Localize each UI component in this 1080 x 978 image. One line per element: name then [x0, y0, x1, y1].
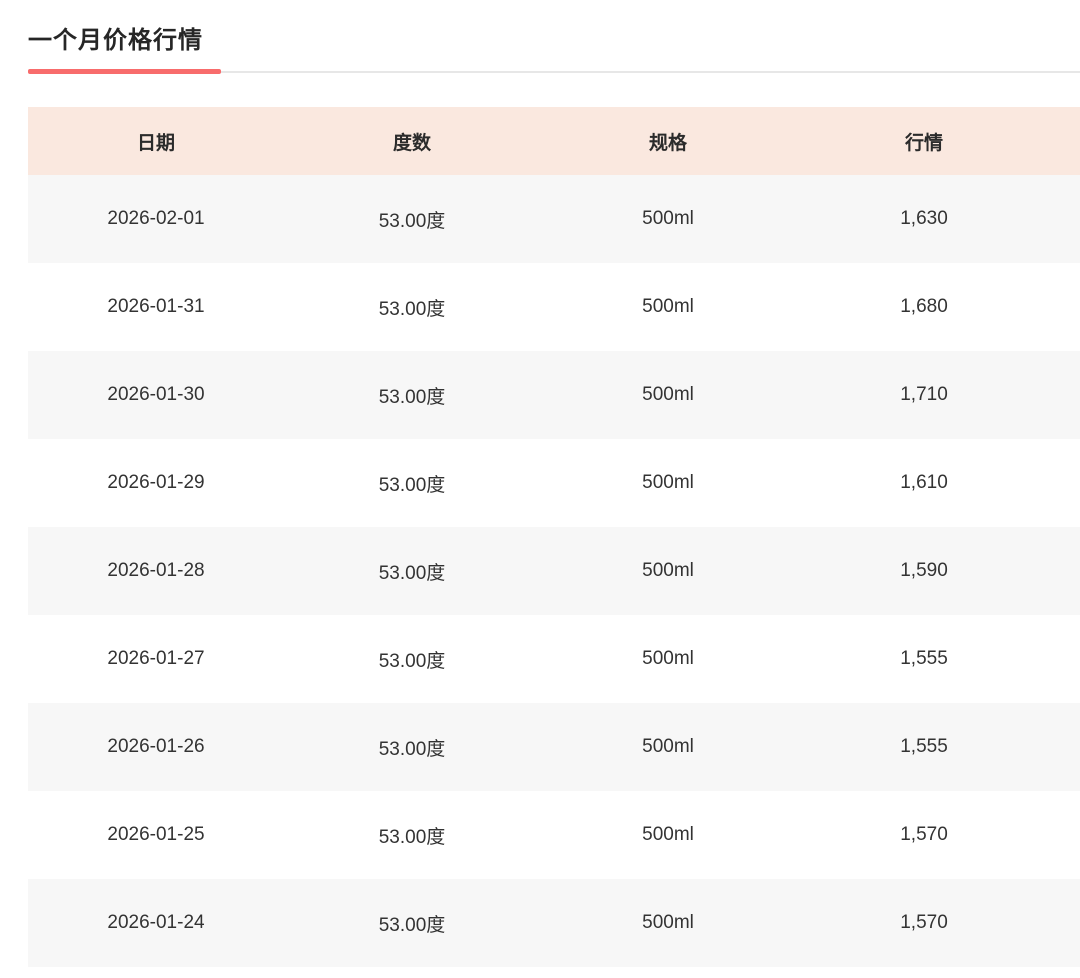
title-accent-underline: [28, 69, 221, 74]
table-row: 2026-01-27 53.00度 500ml 1,555: [28, 615, 1080, 703]
table-row: 2026-01-25 53.00度 500ml 1,570: [28, 791, 1080, 879]
column-header-spec: 规格: [648, 132, 687, 154]
table-row: 2026-01-28 53.00度 500ml 1,590: [28, 527, 1080, 615]
table-row: 2026-01-26 53.00度 500ml 1,555: [28, 703, 1080, 791]
cell-price: 1,630: [900, 208, 948, 229]
table-header-row: 日期 度数 规格 行情: [28, 107, 1080, 175]
table-row: 2026-01-24 53.00度 500ml 1,570: [28, 879, 1080, 967]
cell-degree: 53.00度: [378, 826, 446, 848]
cell-degree: 53.00度: [378, 562, 446, 584]
cell-degree: 53.00度: [378, 914, 446, 936]
column-header-degree: 度数: [392, 132, 431, 154]
cell-date: 2026-01-28: [107, 560, 205, 581]
cell-degree: 53.00度: [378, 738, 446, 760]
cell-degree: 53.00度: [378, 210, 446, 232]
column-header-price: 行情: [904, 132, 943, 154]
cell-date: 2026-01-29: [107, 472, 205, 493]
cell-degree: 53.00度: [378, 386, 446, 408]
cell-date: 2026-01-30: [107, 384, 205, 405]
cell-spec: 500ml: [642, 912, 694, 933]
cell-degree: 53.00度: [378, 474, 446, 496]
cell-price: 1,680: [900, 296, 948, 317]
cell-date: 2026-01-26: [107, 736, 205, 757]
cell-degree: 53.00度: [378, 298, 446, 320]
cell-price: 1,555: [900, 648, 948, 669]
cell-spec: 500ml: [642, 296, 694, 317]
table-row: 2026-02-01 53.00度 500ml 1,630: [28, 175, 1080, 263]
cell-spec: 500ml: [642, 824, 694, 845]
cell-price: 1,710: [900, 384, 948, 405]
cell-spec: 500ml: [642, 648, 694, 669]
cell-spec: 500ml: [642, 736, 694, 757]
cell-spec: 500ml: [642, 472, 694, 493]
cell-price: 1,555: [900, 736, 948, 757]
table-row: 2026-01-29 53.00度 500ml 1,610: [28, 439, 1080, 527]
cell-price: 1,570: [900, 912, 948, 933]
column-header-date: 日期: [136, 132, 175, 154]
cell-degree: 53.00度: [378, 650, 446, 672]
page-title: 一个月价格行情: [28, 27, 203, 54]
price-table: 日期 度数 规格 行情 2026-02-01 53.00度 500ml 1,630 2026-…: [28, 107, 1080, 967]
cell-price: 1,610: [900, 472, 948, 493]
table-row: 2026-01-31 53.00度 500ml 1,680: [28, 263, 1080, 351]
cell-date: 2026-01-27: [107, 648, 205, 669]
cell-spec: 500ml: [642, 384, 694, 405]
cell-date: 2026-01-25: [107, 824, 205, 845]
cell-date: 2026-02-01: [107, 208, 205, 229]
table-body: 2026-02-01 53.00度 500ml 1,630 2026-01-31 53.0…: [28, 175, 1080, 967]
cell-price: 1,570: [900, 824, 948, 845]
cell-date: 2026-01-31: [107, 296, 205, 317]
cell-spec: 500ml: [642, 208, 694, 229]
cell-spec: 500ml: [642, 560, 694, 581]
cell-date: 2026-01-24: [107, 912, 205, 933]
cell-price: 1,590: [900, 560, 948, 581]
table-row: 2026-01-30 53.00度 500ml 1,710: [28, 351, 1080, 439]
